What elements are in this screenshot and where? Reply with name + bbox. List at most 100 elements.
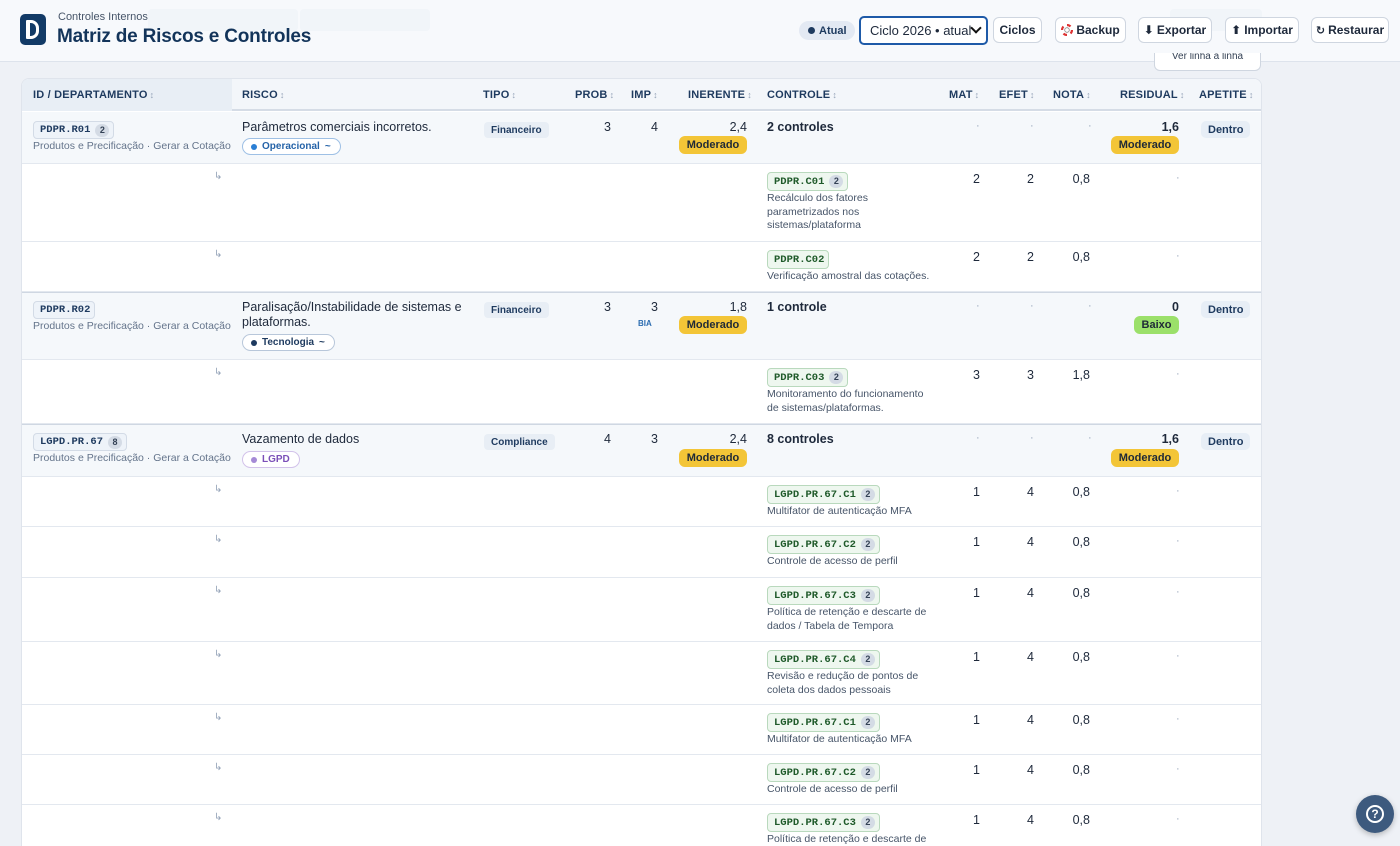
column-header-id[interactable]: ID / DEPARTAMENTO ↕: [33, 89, 154, 101]
sort-icon: ↕: [149, 90, 155, 100]
prob-value: 4: [604, 432, 611, 446]
control-id-badge[interactable]: LGPD.PR.67.C3 2: [767, 813, 880, 832]
efet-value: 4: [1027, 763, 1034, 777]
controls-summary: 8 controles: [767, 432, 834, 446]
column-header-mat[interactable]: MAT ↕: [949, 89, 979, 101]
control-row[interactable]: ↳ PDPR.C02 Verificação amostral das cota…: [22, 242, 1261, 292]
risk-id-badge[interactable]: PDPR.R02: [33, 301, 96, 319]
risk-row[interactable]: PDPR.R01 2 Produtos e Precificação · Gera…: [22, 112, 1261, 164]
residual-value: ·: [1176, 713, 1180, 725]
sub-row-arrow-icon: ↳: [214, 585, 223, 596]
chevron-down-icon: [970, 22, 982, 34]
ciclos-button-label: Ciclos: [999, 23, 1036, 37]
column-header-inerente[interactable]: INERENTE ↕: [688, 89, 752, 101]
sub-row-arrow-icon: ↳: [214, 171, 223, 182]
sort-icon: ↕: [1029, 90, 1035, 100]
control-row[interactable]: ↳ PDPR.C01 2 Recálculo dos fatores parame…: [22, 164, 1261, 242]
importar-button[interactable]: ⬆ Importar: [1225, 17, 1299, 43]
controls-summary: 1 controle: [767, 300, 827, 314]
help-button[interactable]: ?: [1356, 795, 1394, 833]
imp-value: 4: [651, 120, 658, 134]
control-row[interactable]: ↳ LGPD.PR.67.C1 2 Multifator de autentica…: [22, 705, 1261, 755]
control-id-badge[interactable]: LGPD.PR.67.C1 2: [767, 713, 880, 732]
column-header-controle[interactable]: CONTROLE ↕: [767, 89, 837, 101]
sub-row-arrow-icon: ↳: [214, 249, 223, 260]
column-header-risco[interactable]: RISCO ↕: [242, 89, 285, 101]
sort-icon: ↕: [974, 90, 980, 100]
exportar-button[interactable]: ⬇ Exportar: [1138, 17, 1212, 43]
imp-value: 3: [651, 432, 658, 446]
backup-button[interactable]: Backup: [1055, 17, 1126, 43]
control-id-badge[interactable]: LGPD.PR.67.C4 2: [767, 650, 880, 669]
category-dot-icon: [251, 339, 257, 346]
control-count-badge: 2: [829, 175, 844, 188]
control-count-badge: 2: [860, 538, 875, 551]
risk-category-tag[interactable]: Operacional ~: [242, 138, 341, 155]
mat-value: 1: [973, 763, 980, 777]
risk-description: Parâmetros comerciais incorretos.: [242, 120, 432, 134]
column-header-tipo[interactable]: TIPO ↕: [483, 89, 516, 101]
control-count-badge: 2: [860, 766, 875, 779]
control-description: Monitoramento do funcionamento de sistem…: [767, 388, 924, 414]
control-row[interactable]: ↳ LGPD.PR.67.C1 2 Multifator de autentica…: [22, 477, 1261, 527]
control-row[interactable]: ↳ LGPD.PR.67.C2 2 Controle de acesso de p…: [22, 755, 1261, 805]
ver-linha-button[interactable]: Ver linha a linha: [1154, 53, 1261, 71]
control-count-badge: 2: [95, 123, 110, 137]
restaurar-button[interactable]: ↻ Restaurar: [1311, 17, 1389, 43]
residual-value: ·: [1176, 368, 1180, 380]
control-id-badge[interactable]: PDPR.C01 2: [767, 172, 849, 191]
lifebuoy-icon: [1061, 24, 1074, 36]
residual-value: ·: [1176, 763, 1180, 775]
mat-value: 1: [973, 586, 980, 600]
risk-category-tag[interactable]: LGPD: [242, 451, 300, 468]
control-description: Política de retenção e descarte de: [767, 833, 927, 845]
mat-value: 1: [973, 650, 980, 664]
cycle-select[interactable]: Ciclo 2026 • atual: [859, 16, 988, 45]
risk-row[interactable]: LGPD.PR.67 8 Produtos e Precificação · Ge…: [22, 424, 1261, 477]
control-row[interactable]: ↳ LGPD.PR.67.C2 2 Controle de acesso de p…: [22, 527, 1261, 578]
residual-level-badge: Moderado: [1111, 136, 1179, 154]
control-id-badge[interactable]: PDPR.C03 2: [767, 368, 849, 387]
control-row[interactable]: ↳ LGPD.PR.67.C3 2 Política de retenção e …: [22, 805, 1261, 846]
control-id-badge[interactable]: PDPR.C02: [767, 250, 830, 269]
nota-value: 0,8: [1072, 586, 1090, 600]
residual-value: ·: [1176, 535, 1180, 547]
control-row[interactable]: ↳ LGPD.PR.67.C4 2 Revisão e redução de po…: [22, 642, 1261, 705]
column-header-residual[interactable]: RESIDUAL ↕: [1120, 89, 1185, 101]
risk-category-tag[interactable]: Tecnologia ~: [242, 334, 335, 351]
nota-value: 0,8: [1072, 813, 1090, 827]
ciclos-button[interactable]: Ciclos: [993, 17, 1042, 43]
efet-value: 4: [1027, 713, 1034, 727]
inerente-value: 2,4: [729, 432, 747, 446]
table-header: ID / DEPARTAMENTO ↕ RISCO ↕ TIPO ↕ PROB ↕ IM…: [22, 79, 1261, 111]
column-header-imp[interactable]: IMP ↕: [631, 89, 658, 101]
risk-matrix-table: ID / DEPARTAMENTO ↕ RISCO ↕ TIPO ↕ PROB ↕ IM…: [21, 78, 1262, 846]
help-icon: ?: [1366, 805, 1384, 823]
imp-value: 3: [651, 300, 658, 314]
risk-row[interactable]: PDPR.R02 Produtos e Precificação · Gerar…: [22, 292, 1261, 360]
control-id-badge[interactable]: LGPD.PR.67.C2 2: [767, 763, 880, 782]
residual-value: 1,6: [1161, 120, 1179, 134]
control-row[interactable]: ↳ LGPD.PR.67.C3 2 Política de retenção e …: [22, 578, 1261, 642]
column-header-prob[interactable]: PROB ↕: [575, 89, 614, 101]
residual-level-badge: Baixo: [1134, 316, 1179, 334]
residual-value: 0: [1172, 300, 1179, 314]
sub-row-arrow-icon: ↳: [214, 367, 223, 378]
sort-icon: ↕: [279, 90, 285, 100]
column-header-nota[interactable]: NOTA ↕: [1053, 89, 1091, 101]
control-id-badge[interactable]: LGPD.PR.67.C2 2: [767, 535, 880, 554]
efet-value: 4: [1027, 485, 1034, 499]
nota-value: 0,8: [1072, 172, 1090, 186]
risk-id-badge[interactable]: LGPD.PR.67 8: [33, 433, 128, 451]
efet-value: 4: [1027, 813, 1034, 827]
control-description: Controle de acesso de perfil: [767, 555, 898, 567]
control-id-badge[interactable]: LGPD.PR.67.C3 2: [767, 586, 880, 605]
control-id-badge[interactable]: LGPD.PR.67.C1 2: [767, 485, 880, 504]
control-row[interactable]: ↳ PDPR.C03 2 Monitoramento do funcionamen…: [22, 360, 1261, 424]
risk-type-badge: Financeiro: [484, 122, 549, 138]
column-header-efet[interactable]: EFET ↕: [999, 89, 1035, 101]
status-dot-icon: [808, 27, 815, 34]
risk-id-badge[interactable]: PDPR.R01 2: [33, 121, 115, 139]
app-subtitle: Controles Internos: [58, 11, 148, 23]
column-header-apetite[interactable]: APETITE ↕: [1199, 89, 1254, 101]
